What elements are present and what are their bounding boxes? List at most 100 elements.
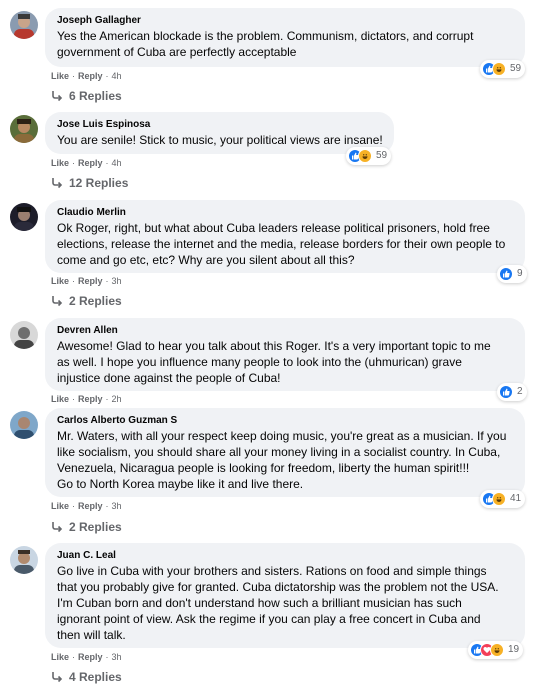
comment-text-line: Awesome! Glad to hear you talk about thi… (57, 339, 491, 353)
comment-text-line: as well. I hope you influence many peopl… (57, 355, 462, 369)
separator: · (105, 158, 109, 168)
comment-text-line: government of Cuba are perfectly accepta… (57, 45, 297, 59)
comment-time[interactable]: 4h (112, 71, 122, 82)
comment-time[interactable]: 2h (112, 394, 122, 405)
like-button[interactable]: Like (51, 652, 69, 663)
reply-button[interactable]: Reply (78, 501, 103, 512)
comment-author[interactable]: Devren Allen (57, 324, 515, 337)
reply-button[interactable]: Reply (78, 394, 103, 405)
comment-text-line: then will talk. (57, 628, 126, 642)
reactions-summary[interactable]: 9 (497, 265, 527, 283)
comment-bubble: Juan C. Leal Go live in Cuba with your b… (45, 543, 525, 648)
comment-text-line: Go to North Korea maybe like it and live… (57, 477, 304, 491)
like-button[interactable]: Like (51, 276, 69, 287)
comment-author[interactable]: Carlos Alberto Guzman S (57, 414, 515, 427)
like-button[interactable]: Like (51, 158, 69, 169)
comment-text-line: Yes the American blockade is the problem… (57, 29, 474, 43)
comment-actions: Like · Reply · 3h (51, 652, 122, 663)
replies-count: 12 Replies (69, 176, 129, 190)
reaction-count: 9 (517, 268, 523, 279)
comment-author[interactable]: Juan C. Leal (57, 549, 515, 562)
comment-bubble: Carlos Alberto Guzman S Mr. Waters, with… (45, 408, 525, 497)
comment-bubble: Joseph Gallagher Yes the American blocka… (45, 8, 525, 67)
separator: · (105, 71, 109, 81)
separator: · (105, 276, 109, 286)
avatar[interactable] (10, 115, 38, 143)
comment-actions: Like · Reply · 4h (51, 71, 122, 82)
reply-arrow-icon (52, 672, 63, 683)
view-replies-link[interactable]: 6 Replies (51, 89, 122, 103)
separator: · (72, 158, 76, 168)
reactions-summary[interactable]: 2 (497, 383, 527, 401)
comment-actions: Like · Reply · 3h (51, 276, 122, 287)
comment-author[interactable]: Jose Luis Espinosa (57, 118, 384, 131)
reply-arrow-icon (52, 178, 63, 189)
comment-actions: Like · Reply · 4h (51, 158, 122, 169)
haha-icon (490, 643, 504, 657)
avatar[interactable] (10, 11, 38, 39)
separator: · (105, 501, 109, 511)
comment-author[interactable]: Joseph Gallagher (57, 14, 515, 27)
comment-text-line: that you probably give for granted. Cuba… (57, 580, 499, 594)
comment-text-line: elections, release the internet and the … (57, 237, 506, 251)
separator: · (105, 394, 109, 404)
reply-button[interactable]: Reply (78, 276, 103, 287)
avatar[interactable] (10, 321, 38, 349)
comment-text-line: I'm Cuban born and don't understand how … (57, 596, 462, 610)
comment-text-line: Mr. Waters, with all your respect keep d… (57, 429, 507, 443)
like-button[interactable]: Like (51, 501, 69, 512)
comment-text-line: come and go etc, etc? Why are you silent… (57, 253, 355, 267)
reactions-summary[interactable]: 19 (468, 641, 524, 659)
comment-bubble: Jose Luis Espinosa You are senile! Stick… (45, 112, 394, 154)
comment-time[interactable]: 3h (112, 652, 122, 663)
reply-button[interactable]: Reply (78, 71, 103, 82)
reactions-summary[interactable]: 59 (480, 60, 526, 78)
haha-icon (492, 492, 506, 506)
avatar[interactable] (10, 411, 38, 439)
comment-author[interactable]: Claudio Merlin (57, 206, 515, 219)
view-replies-link[interactable]: 2 Replies (51, 520, 122, 534)
comment-actions: Like · Reply · 2h (51, 394, 122, 405)
comment-time[interactable]: 3h (112, 501, 122, 512)
view-replies-link[interactable]: 12 Replies (51, 176, 128, 190)
replies-count: 6 Replies (69, 89, 122, 103)
haha-icon (492, 62, 506, 76)
avatar[interactable] (10, 203, 38, 231)
replies-count: 2 Replies (69, 520, 122, 534)
reaction-count: 59 (376, 150, 388, 161)
reply-arrow-icon (52, 91, 63, 102)
reaction-count: 2 (517, 386, 523, 397)
reaction-count: 19 (508, 644, 520, 655)
reply-button[interactable]: Reply (78, 652, 103, 663)
like-icon (499, 267, 513, 281)
comment-time[interactable]: 3h (112, 276, 122, 287)
reactions-summary[interactable]: 41 (480, 490, 526, 508)
reaction-count: 41 (510, 493, 522, 504)
comment-text-line: injustice done against the people of Cub… (57, 371, 281, 385)
reply-arrow-icon (52, 296, 63, 307)
comment-text-line: ignorant point of view. Ask the regime i… (57, 612, 481, 626)
reply-arrow-icon (52, 522, 63, 533)
haha-icon (358, 149, 372, 163)
separator: · (72, 276, 76, 286)
comment-text-line: You are senile! Stick to music, your pol… (57, 133, 383, 147)
comment-bubble: Devren Allen Awesome! Glad to hear you t… (45, 318, 525, 391)
separator: · (72, 652, 76, 662)
avatar[interactable] (10, 546, 38, 574)
comment-actions: Like · Reply · 3h (51, 501, 122, 512)
comment-text-line: Venezuela, Nicaragua people is looking f… (57, 461, 470, 475)
view-replies-link[interactable]: 2 Replies (51, 294, 122, 308)
separator: · (72, 501, 76, 511)
like-icon (499, 385, 513, 399)
like-button[interactable]: Like (51, 71, 69, 82)
view-replies-link[interactable]: 4 Replies (51, 670, 122, 684)
reactions-summary[interactable]: 59 (346, 147, 392, 165)
separator: · (72, 394, 76, 404)
comment-bubble: Claudio Merlin Ok Roger, right, but what… (45, 200, 525, 273)
separator: · (72, 71, 76, 81)
reply-button[interactable]: Reply (78, 158, 103, 169)
like-button[interactable]: Like (51, 394, 69, 405)
comment-time[interactable]: 4h (112, 158, 122, 169)
reaction-count: 59 (510, 63, 522, 74)
comment-text-line: Go live in Cuba with your brothers and s… (57, 564, 487, 578)
